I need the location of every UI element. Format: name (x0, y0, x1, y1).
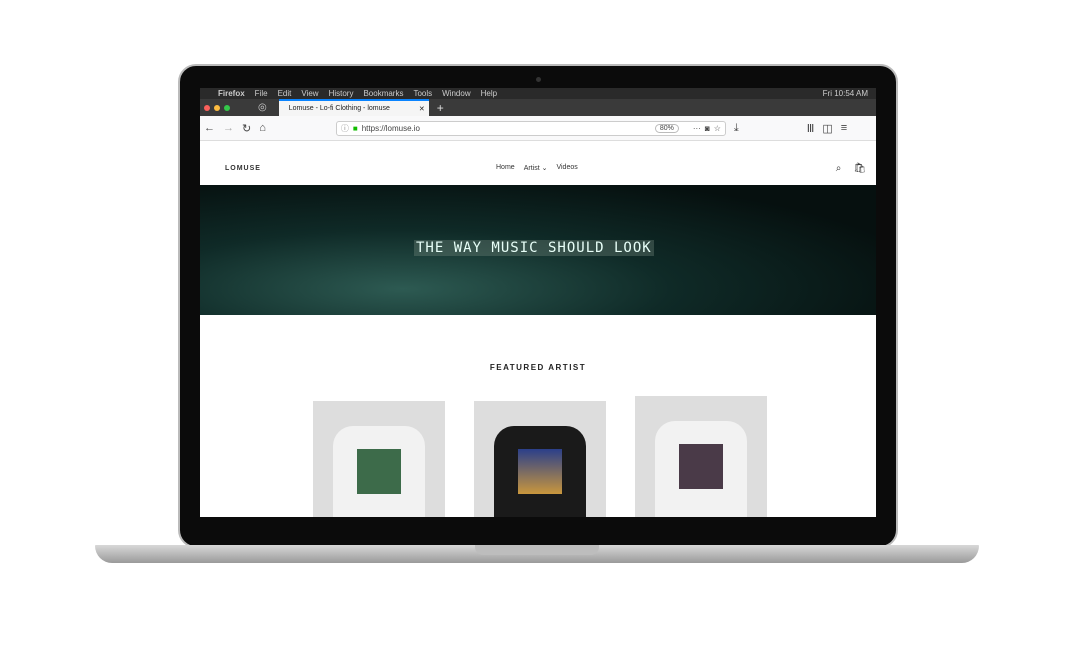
nav-artist[interactable]: Artist ⌄ (524, 164, 548, 172)
new-tab-button[interactable]: + (437, 101, 444, 115)
product-card[interactable] (635, 396, 767, 517)
site-nav: Home Artist ⌄ Videos (496, 164, 578, 172)
menu-icon[interactable]: ≡ (841, 122, 847, 134)
url-bar[interactable]: ⓘ ■ https://lomuse.io 80% ··· ◙ ☆ (335, 120, 726, 136)
pocket-icon[interactable]: ◙ (705, 124, 710, 133)
tab-bar: ◎ Lomuse - Lo-fi Clothing - lomuse ✕ + (200, 99, 876, 116)
url-text: https://lomuse.io (361, 123, 420, 133)
lock-icon: ■ (352, 123, 358, 133)
info-icon[interactable]: ⓘ (341, 123, 349, 134)
site-header: LOMUSE Home Artist ⌄ Videos ⌕ 🛍 (200, 151, 876, 185)
download-icon[interactable]: ⤓ (734, 122, 739, 135)
menu-bookmarks[interactable]: Bookmarks (363, 89, 403, 98)
menu-file[interactable]: File (255, 89, 268, 98)
reload-button[interactable]: ↻ (242, 122, 251, 135)
menu-view[interactable]: View (301, 89, 318, 98)
bookmark-star-icon[interactable]: ☆ (714, 124, 721, 133)
hero-banner: THE WAY MUSIC SHOULD LOOK (200, 185, 876, 315)
site-logo[interactable]: LOMUSE (225, 165, 261, 172)
zoom-button[interactable] (224, 104, 230, 111)
tab-title: Lomuse - Lo-fi Clothing - lomuse (288, 105, 390, 112)
menu-edit[interactable]: Edit (278, 89, 292, 98)
hero-title: THE WAY MUSIC SHOULD LOOK (414, 240, 654, 256)
search-icon[interactable]: ⌕ (836, 163, 842, 174)
back-button[interactable]: ← (204, 122, 215, 134)
home-button[interactable]: ⌂ (259, 122, 266, 134)
minimize-button[interactable] (214, 104, 220, 111)
laptop-notch (475, 545, 599, 555)
clock: Fri 10:54 AM (822, 89, 868, 98)
close-window-button[interactable] (204, 104, 210, 111)
more-icon[interactable]: ··· (693, 124, 701, 133)
nav-bar: ← → ↻ ⌂ ⓘ ■ https://lomuse.io 80% ··· ◙ … (200, 116, 876, 141)
menu-window[interactable]: Window (442, 89, 470, 98)
globe-icon[interactable]: ◎ (258, 102, 267, 113)
tab-lomuse[interactable]: Lomuse - Lo-fi Clothing - lomuse ✕ (278, 99, 429, 116)
nav-videos[interactable]: Videos (556, 164, 577, 172)
forward-button[interactable]: → (223, 122, 234, 134)
product-card[interactable] (313, 401, 445, 517)
menu-tools[interactable]: Tools (413, 89, 432, 98)
screen: Firefox File Edit View History Bookmarks… (200, 88, 876, 517)
menu-help[interactable]: Help (481, 89, 497, 98)
sidebar-icon[interactable]: ◫ (822, 122, 832, 135)
library-icon[interactable]: Ⅲ (807, 122, 815, 135)
camera (536, 77, 541, 82)
nav-home[interactable]: Home (496, 164, 515, 172)
menu-history[interactable]: History (329, 89, 354, 98)
product-card[interactable] (474, 401, 606, 517)
mac-menubar: Firefox File Edit View History Bookmarks… (200, 88, 876, 99)
zoom-level[interactable]: 80% (654, 123, 679, 133)
cart-icon[interactable]: 🛍 (853, 163, 866, 174)
close-tab-icon[interactable]: ✕ (419, 105, 429, 113)
menu-firefox[interactable]: Firefox (218, 89, 245, 98)
section-title: FEATURED ARTIST (489, 363, 587, 372)
